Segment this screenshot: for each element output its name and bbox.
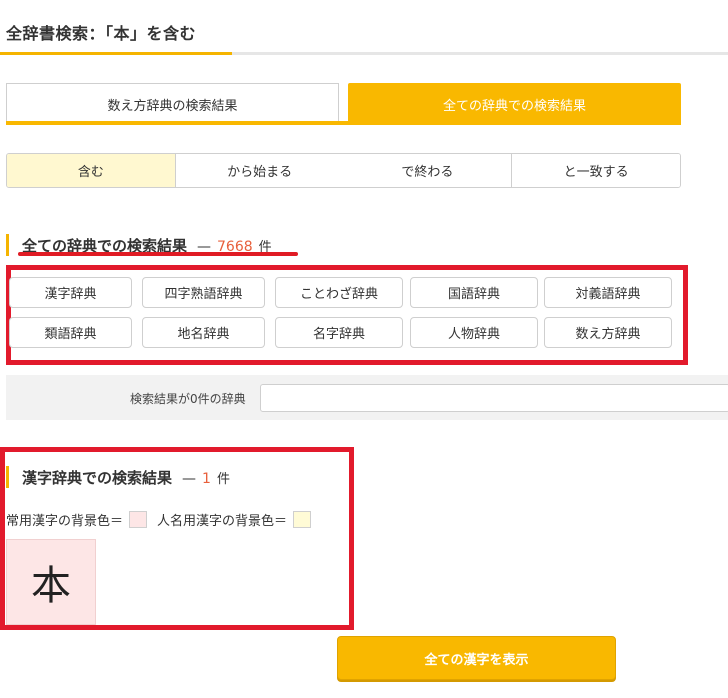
kanji-results-title: 漢字辞典での検索結果 [22,469,173,487]
zero-results-label: 検索結果が0件の辞典 [130,392,246,406]
joyo-swatch [129,511,148,528]
dict-kazoekata-button[interactable]: 数え方辞典 [544,317,672,348]
dict-jinbutsu-button[interactable]: 人物辞典 [410,317,538,348]
tab-all-dictionaries-results[interactable]: 全ての辞典での検索結果 [348,83,681,125]
kanji-results-count: 1 [202,471,211,487]
legend-jinmei-label: 人名用漢字の背景色＝ [157,514,288,529]
tab-underline [6,121,681,125]
dict-taigigo-button[interactable]: 対義語辞典 [544,277,672,308]
section-accent-bar [6,234,9,256]
kanji-results-unit: 件 [216,472,230,487]
dict-kokugo-button[interactable]: 国語辞典 [410,277,538,308]
mode-ends-with-button[interactable]: で終わる [343,154,513,187]
kanji-results-dash: — [182,471,197,487]
kanji-result-link[interactable]: 本 [6,539,96,625]
dict-kotowaza-button[interactable]: ことわざ辞典 [275,277,403,308]
dict-ruigo-button[interactable]: 類語辞典 [9,317,132,348]
dict-myoji-button[interactable]: 名字辞典 [275,317,403,348]
title-divider-accent [0,52,232,55]
background-color-legend: 常用漢字の背景色＝ 人名用漢字の背景色＝ [6,510,321,529]
mode-starts-with-button[interactable]: から始まる [175,154,344,187]
zero-results-select[interactable] [260,384,728,412]
kanji-section-accent-bar [6,466,9,488]
legend-joyo-label: 常用漢字の背景色＝ [6,514,124,529]
mode-contains-button[interactable]: 含む [7,154,176,187]
mode-exact-match-button[interactable]: と一致する [512,154,680,187]
kanji-results-heading: 漢字辞典での検索結果 — 1 件 [22,467,230,488]
search-mode-group: 含む から始まる で終わる と一致する [6,153,681,188]
dict-chimei-button[interactable]: 地名辞典 [142,317,265,348]
page-title: 全辞書検索：「本」を含む [6,24,197,43]
red-underline-annotation [18,252,298,256]
show-all-kanji-button[interactable]: 全ての漢字を表示 [337,636,616,680]
dict-yojijukugo-button[interactable]: 四字熟語辞典 [142,277,265,308]
tab-counting-dictionary-results[interactable]: 数え方辞典の検索結果 [6,83,339,125]
dict-kanji-button[interactable]: 漢字辞典 [9,277,132,308]
jinmei-swatch [293,511,312,528]
